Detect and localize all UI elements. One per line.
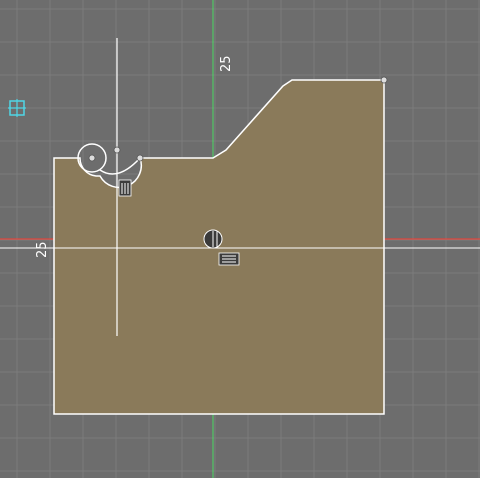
sketch-point[interactable] (88, 154, 96, 162)
sketch-point[interactable] (380, 76, 388, 84)
sketch-point[interactable] (136, 154, 144, 162)
sketch-canvas[interactable]: 25 25 (0, 0, 480, 478)
sketch-profile[interactable] (53, 79, 385, 415)
tangent-constraint-icon[interactable] (118, 179, 132, 197)
origin-crosshair-icon[interactable] (8, 99, 26, 117)
sketch-point[interactable] (113, 146, 121, 154)
top-dimension-label[interactable]: 25 (219, 55, 234, 72)
fix-constraint-icon[interactable] (218, 252, 240, 266)
sketch-center-icon[interactable] (203, 229, 223, 249)
left-dimension-label[interactable]: 25 (35, 241, 50, 258)
